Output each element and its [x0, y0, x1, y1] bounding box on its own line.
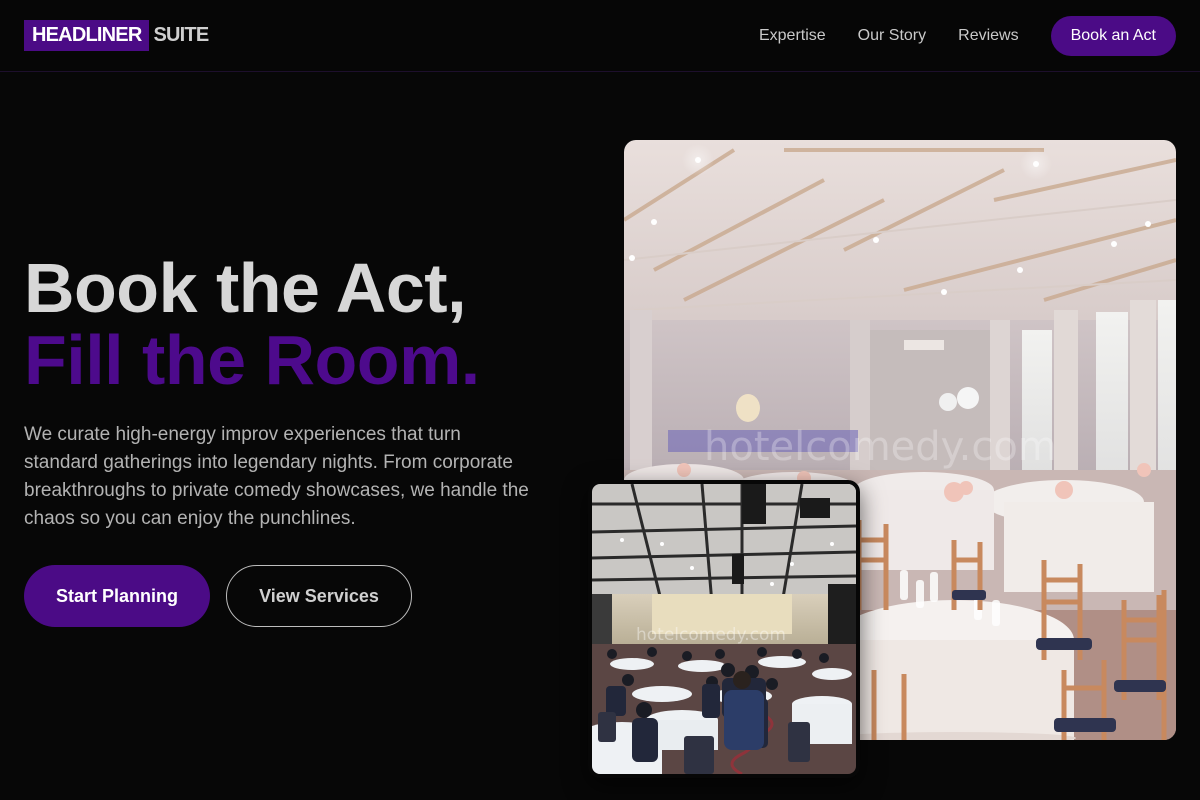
- hero-title: Book the Act, Fill the Room.: [24, 252, 480, 396]
- brand-logo[interactable]: HEADLINER SUITE: [24, 20, 209, 51]
- main-nav: Expertise Our Story Reviews Book an Act: [759, 16, 1176, 56]
- site-header: HEADLINER SUITE Expertise Our Story Revi…: [0, 0, 1200, 72]
- nav-link-our-story[interactable]: Our Story: [858, 27, 926, 45]
- conference-dinner-photo: hotelcomedy.com: [588, 480, 860, 778]
- logo-suite-text: SUITE: [153, 24, 209, 46]
- start-planning-button[interactable]: Start Planning: [24, 565, 210, 627]
- hero-title-line-1: Book the Act,: [24, 249, 467, 327]
- small-photo-watermark: hotelcomedy.com: [636, 625, 786, 645]
- main-photo-watermark: hotelcomedy.com: [704, 424, 1057, 470]
- logo-highlight: HEADLINER: [24, 20, 150, 51]
- nav-link-expertise[interactable]: Expertise: [759, 27, 826, 45]
- hero-description: We curate high-energy improv experiences…: [24, 424, 529, 529]
- book-an-act-button[interactable]: Book an Act: [1050, 16, 1176, 56]
- nav-link-reviews[interactable]: Reviews: [958, 27, 1018, 45]
- hero-title-line-2: Fill the Room.: [24, 321, 480, 399]
- view-services-button[interactable]: View Services: [226, 565, 412, 627]
